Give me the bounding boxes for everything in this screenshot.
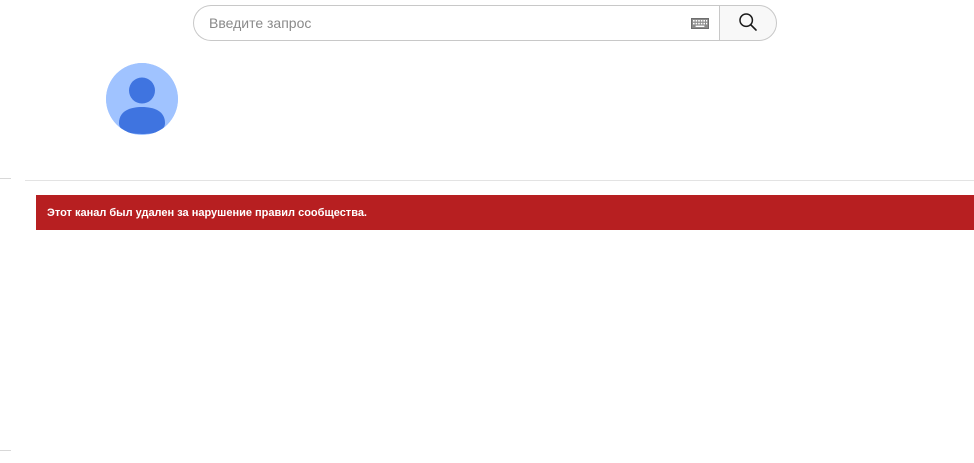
keyboard-icon[interactable] (690, 17, 710, 29)
default-avatar-icon (106, 63, 178, 135)
search-button[interactable] (719, 5, 777, 41)
divider (0, 450, 11, 451)
divider (25, 180, 974, 181)
search-bar (193, 5, 777, 41)
alert-message: Этот канал был удален за нарушение прави… (47, 206, 367, 219)
search-input[interactable] (194, 8, 690, 38)
channel-page: Этот канал был удален за нарушение прави… (0, 0, 974, 463)
channel-avatar[interactable] (106, 63, 178, 135)
search-box[interactable] (193, 5, 719, 41)
channel-removed-alert: Этот канал был удален за нарушение прави… (36, 195, 974, 230)
divider (0, 178, 11, 179)
search-icon (738, 12, 758, 35)
